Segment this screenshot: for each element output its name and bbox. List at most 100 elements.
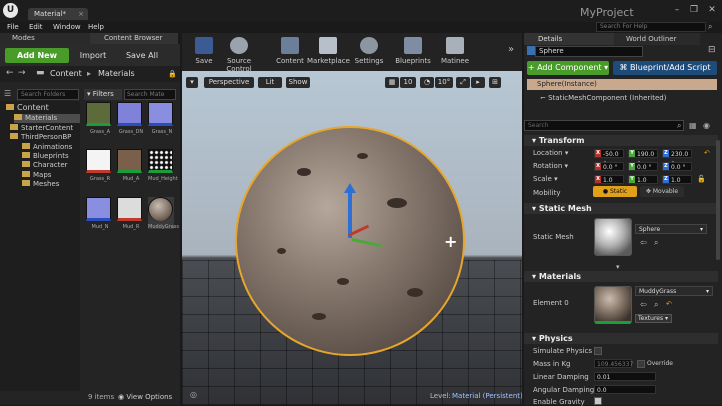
realtime-icon[interactable]: ◎ <box>190 390 197 399</box>
use-selected-arrow-icon[interactable]: ⇦ <box>640 238 647 247</box>
tab-world-outliner[interactable]: World Outliner <box>614 33 700 45</box>
asset-tile[interactable]: Mud_A <box>117 149 143 182</box>
location-y-field[interactable]: Y190.0 c <box>628 149 658 167</box>
blueprint-add-script-button[interactable]: ⌘ Blueprint/Add Script <box>613 61 717 75</box>
search-icon[interactable]: ⌕ <box>677 121 681 131</box>
tree-item-startercontent[interactable]: StarterContent <box>10 124 73 133</box>
expand-advanced-icon[interactable]: ▾ <box>616 263 620 271</box>
rotation-snap-value[interactable]: 10° <box>435 77 453 88</box>
close-window-icon[interactable]: ✕ <box>704 4 720 16</box>
component-row[interactable]: ⌐ StaticMeshComponent (Inherited) <box>540 94 666 102</box>
scale-y-field[interactable]: Y 1.0 <box>628 175 658 184</box>
section-transform[interactable]: ▾ Transform <box>524 135 718 146</box>
asset-tile[interactable]: Grass_A <box>86 102 112 135</box>
static-mesh-picker[interactable]: Sphere ▾ <box>635 224 707 234</box>
forward-arrow-icon[interactable]: → <box>18 68 26 78</box>
textures-dropdown[interactable]: Textures ▾ <box>635 314 672 323</box>
lock-icon[interactable]: ⊟ <box>708 45 716 55</box>
use-selected-arrow-icon[interactable]: ⇦ <box>640 300 647 309</box>
angular-damping-field[interactable]: 0.0 <box>594 385 656 394</box>
reset-icon[interactable]: ↶ <box>704 149 710 157</box>
location-z-field[interactable]: Z230.0 c <box>662 149 692 167</box>
minimize-icon[interactable]: – <box>669 4 685 16</box>
sphere-mesh[interactable] <box>235 126 465 356</box>
static-toggle[interactable]: ● Static <box>593 186 637 197</box>
details-search-input[interactable]: Search <box>524 120 684 131</box>
save-all-button[interactable]: Save All <box>117 48 167 63</box>
lit-button[interactable]: Lit <box>258 77 282 88</box>
maximize-icon[interactable]: ❐ <box>686 4 702 16</box>
override-mass-checkbox[interactable] <box>637 360 645 368</box>
eye-icon[interactable]: ◉ <box>703 121 710 130</box>
search-assets-input[interactable]: Search Mate <box>124 89 176 100</box>
perspective-button[interactable]: Perspective <box>204 77 254 88</box>
import-button[interactable]: Import <box>73 48 113 63</box>
asset-tile[interactable]: Grass_N <box>148 102 174 135</box>
rotation-y-field[interactable]: Y 0.0 ° <box>628 162 658 171</box>
asset-tile[interactable]: Mud_R <box>117 197 143 230</box>
camera-speed-icon[interactable]: ▸ <box>471 77 485 88</box>
tree-item-materials[interactable]: Materials <box>14 114 80 123</box>
tree-item-meshes[interactable]: Meshes <box>22 180 59 189</box>
tree-item-character[interactable]: Character <box>22 161 68 170</box>
tab-modes[interactable]: Modes <box>0 33 90 44</box>
reset-icon[interactable]: ↶ <box>666 300 672 308</box>
rotation-x-field[interactable]: X 0.0 ° <box>594 162 624 171</box>
section-static-mesh[interactable]: ▾ Static Mesh <box>524 203 718 214</box>
rotation-z-field[interactable]: Z 0.0 ° <box>662 162 692 171</box>
section-physics[interactable]: ▾ Physics <box>524 333 718 344</box>
menu-edit[interactable]: Edit <box>29 22 43 33</box>
movable-toggle[interactable]: ✥ Movable <box>640 186 684 197</box>
asset-tile[interactable]: Mud_Height <box>148 149 178 182</box>
tab-details[interactable]: Details <box>524 33 614 45</box>
toolbar-settings-button[interactable]: Settings <box>350 36 388 66</box>
document-tab[interactable]: Material* × <box>28 8 88 20</box>
lock-scale-icon[interactable]: 🔓 <box>697 175 706 183</box>
asset-tile[interactable]: Mud_N <box>86 197 112 230</box>
tree-item-animations[interactable]: Animations <box>22 143 72 152</box>
viewport-menu-icon[interactable]: ▾ <box>186 77 198 88</box>
toolbar-content-button[interactable]: Content <box>271 36 309 66</box>
location-dropdown[interactable]: Location ▾ <box>533 149 568 157</box>
filters-button[interactable]: ▾ Filters <box>84 89 122 100</box>
material-thumbnail[interactable] <box>594 286 632 324</box>
asset-tile[interactable]: Grass_DN <box>117 102 143 135</box>
browse-search-icon[interactable]: ⌕ <box>654 238 658 248</box>
scale-x-field[interactable]: X 1.0 <box>594 175 624 184</box>
details-scrollbar[interactable] <box>716 140 720 260</box>
asset-tile[interactable]: MuddyGrass <box>148 197 179 230</box>
grid-snap-icon[interactable]: ▦ <box>385 77 399 88</box>
add-component-button[interactable]: + Add Component ▾ <box>527 61 609 75</box>
tree-item-thirdpersonbp[interactable]: ThirdPersonBP <box>10 133 71 142</box>
show-button[interactable]: Show <box>286 77 310 88</box>
enable-gravity-checkbox[interactable] <box>594 397 602 405</box>
maximize-viewport-icon[interactable]: ⊞ <box>489 77 501 88</box>
lock-icon[interactable]: 🔒 <box>168 70 177 78</box>
actor-name-field[interactable]: Sphere <box>535 46 643 57</box>
toolbar-source-control-button[interactable]: Source Control <box>214 36 264 73</box>
tab-content-browser[interactable]: Content Browser <box>90 33 178 44</box>
menu-file[interactable]: File <box>7 22 19 33</box>
back-arrow-icon[interactable]: ← <box>6 68 14 78</box>
menu-help[interactable]: Help <box>88 22 104 33</box>
linear-damping-field[interactable]: 0.01 <box>594 372 656 381</box>
scale-dropdown[interactable]: Scale ▾ <box>533 175 558 183</box>
mass-field[interactable]: 109.456337 <box>594 359 633 368</box>
tree-item-content[interactable]: Content <box>6 103 49 112</box>
sources-toggle-icon[interactable]: ☰ <box>4 89 11 98</box>
breadcrumb-content[interactable]: Content <box>50 69 82 78</box>
search-icon[interactable]: ⌕ <box>708 22 712 32</box>
rotation-snap-icon[interactable]: ◔ <box>420 77 434 88</box>
toolbar-blueprints-button[interactable]: Blueprints <box>393 36 433 66</box>
asset-tile[interactable]: Grass_R <box>86 149 112 182</box>
location-x-field[interactable]: X-50.0 c <box>594 149 624 167</box>
gizmo-arrowhead-icon[interactable] <box>344 183 356 193</box>
rotation-dropdown[interactable]: Rotation ▾ <box>533 162 568 170</box>
gizmo-z-axis[interactable] <box>348 190 352 238</box>
simulate-physics-checkbox[interactable] <box>594 347 602 355</box>
view-options-button[interactable]: ◉ View Options <box>118 393 172 401</box>
toolbar-overflow-icon[interactable]: » <box>508 44 514 55</box>
tree-item-maps[interactable]: Maps <box>22 171 51 180</box>
scale-snap-icon[interactable]: ⤢ <box>456 77 470 88</box>
add-new-button[interactable]: Add New <box>5 48 69 63</box>
